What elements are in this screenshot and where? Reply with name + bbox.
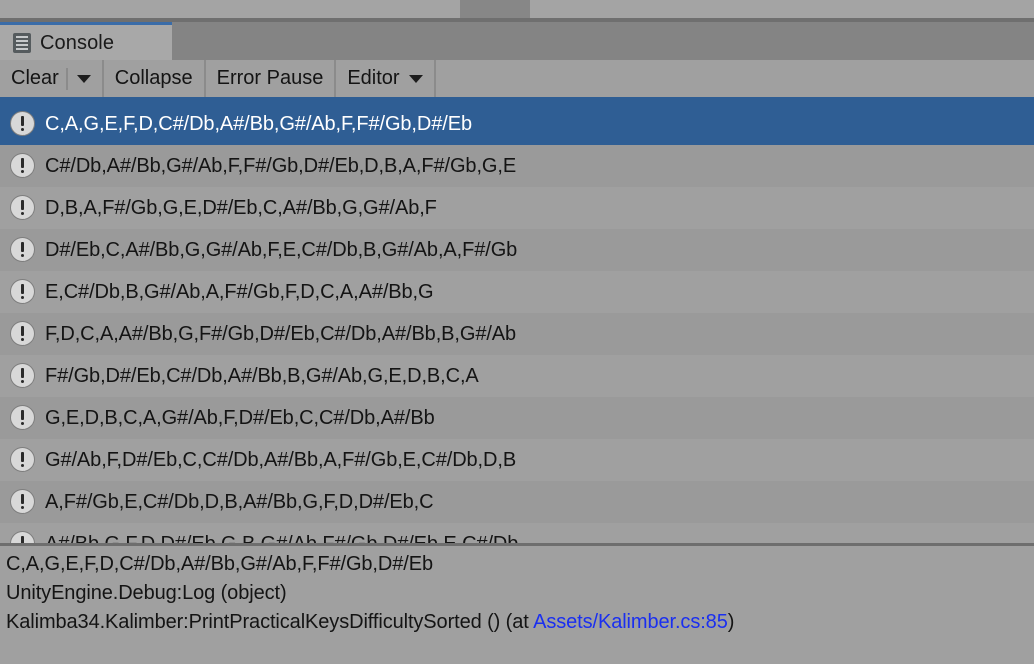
log-row[interactable]: C#/Db,A#/Bb,G#/Ab,F,F#/Gb,D#/Eb,D,B,A,F#… bbox=[0, 145, 1034, 187]
log-message-icon bbox=[10, 489, 36, 515]
error-pause-button[interactable]: Error Pause bbox=[206, 60, 337, 97]
log-row-text: A,F#/Gb,E,C#/Db,D,B,A#/Bb,G,F,D,D#/Eb,C bbox=[45, 492, 434, 512]
window-top-strip bbox=[0, 0, 1034, 18]
log-message-icon bbox=[10, 447, 36, 473]
log-message-icon bbox=[10, 153, 36, 179]
detail-source-link[interactable]: Assets/Kalimber.cs:85 bbox=[533, 611, 728, 633]
log-row[interactable]: F#/Gb,D#/Eb,C#/Db,A#/Bb,B,G#/Ab,G,E,D,B,… bbox=[0, 355, 1034, 397]
console-icon bbox=[13, 32, 31, 53]
log-row-text: E,C#/Db,B,G#/Ab,A,F#/Gb,F,D,C,A,A#/Bb,G bbox=[45, 282, 434, 302]
detail-stack-line-2: Kalimba34.Kalimber:PrintPracticalKeysDif… bbox=[6, 608, 1034, 637]
editor-dropdown-button[interactable]: Editor bbox=[336, 60, 436, 97]
detail-stack-suffix: ) bbox=[727, 611, 735, 633]
log-row[interactable]: G#/Ab,F,D#/Eb,C,C#/Db,A#/Bb,A,F#/Gb,E,C#… bbox=[0, 439, 1034, 481]
detail-message: C,A,G,E,F,D,C#/Db,A#/Bb,G#/Ab,F,F#/Gb,D#… bbox=[6, 553, 433, 575]
detail-stack-prefix: Kalimba34.Kalimber:PrintPracticalKeysDif… bbox=[6, 611, 534, 633]
log-message-icon bbox=[10, 321, 36, 347]
log-row[interactable]: D#/Eb,C,A#/Bb,G,G#/Ab,F,E,C#/Db,B,G#/Ab,… bbox=[0, 229, 1034, 271]
log-row-text: G,E,D,B,C,A,G#/Ab,F,D#/Eb,C,C#/Db,A#/Bb bbox=[45, 408, 435, 428]
tab-console-label: Console bbox=[40, 31, 115, 54]
log-message-icon bbox=[10, 111, 36, 137]
clear-button[interactable]: Clear bbox=[0, 60, 65, 97]
log-row-text: F,D,C,A,A#/Bb,G,F#/Gb,D#/Eb,C#/Db,A#/Bb,… bbox=[45, 324, 517, 344]
log-message-icon bbox=[10, 237, 36, 263]
log-message-icon bbox=[10, 279, 36, 305]
console-detail-panel[interactable]: C,A,G,E,F,D,C#/Db,A#/Bb,G#/Ab,F,F#/Gb,D#… bbox=[0, 546, 1034, 664]
log-message-icon bbox=[10, 531, 36, 543]
tab-bar: Console bbox=[0, 22, 1034, 60]
clear-dropdown-button[interactable] bbox=[69, 60, 104, 97]
console-toolbar: Clear Collapse Error Pause Editor bbox=[0, 60, 1034, 103]
chevron-down-icon bbox=[76, 74, 91, 83]
log-row-text: F#/Gb,D#/Eb,C#/Db,A#/Bb,B,G#/Ab,G,E,D,B,… bbox=[45, 366, 479, 386]
console-log-list[interactable]: C,A,G,E,F,D,C#/Db,A#/Bb,G#/Ab,F,F#/Gb,D#… bbox=[0, 103, 1034, 543]
log-message-icon bbox=[10, 363, 36, 389]
tab-console[interactable]: Console bbox=[0, 22, 172, 60]
detail-stack-line-1: UnityEngine.Debug:Log (object) bbox=[6, 582, 287, 604]
log-row[interactable]: F,D,C,A,A#/Bb,G,F#/Gb,D#/Eb,C#/Db,A#/Bb,… bbox=[0, 313, 1034, 355]
log-row-text: D,B,A,F#/Gb,G,E,D#/Eb,C,A#/Bb,G,G#/Ab,F bbox=[45, 198, 437, 218]
clear-separator bbox=[65, 67, 68, 90]
chevron-down-icon bbox=[408, 74, 423, 83]
log-row[interactable]: A#/Bb,G,F,D,D#/Eb,G,B,G#/Ab,F#/Gb,D#/Eb,… bbox=[0, 523, 1034, 543]
log-row[interactable]: G,E,D,B,C,A,G#/Ab,F,D#/Eb,C,C#/Db,A#/Bb bbox=[0, 397, 1034, 439]
adjacent-panel-tab[interactable] bbox=[460, 0, 530, 18]
collapse-button[interactable]: Collapse bbox=[104, 60, 206, 97]
log-row[interactable]: C,A,G,E,F,D,C#/Db,A#/Bb,G#/Ab,F,F#/Gb,D#… bbox=[0, 103, 1034, 145]
log-row[interactable]: E,C#/Db,B,G#/Ab,A,F#/Gb,F,D,C,A,A#/Bb,G bbox=[0, 271, 1034, 313]
log-row-text: G#/Ab,F,D#/Eb,C,C#/Db,A#/Bb,A,F#/Gb,E,C#… bbox=[45, 450, 517, 470]
editor-dropdown-label: Editor bbox=[347, 67, 400, 89]
log-row-text: C,A,G,E,F,D,C#/Db,A#/Bb,G#/Ab,F,F#/Gb,D#… bbox=[45, 114, 472, 134]
log-row-text: D#/Eb,C,A#/Bb,G,G#/Ab,F,E,C#/Db,B,G#/Ab,… bbox=[45, 240, 518, 260]
log-row-text: C#/Db,A#/Bb,G#/Ab,F,F#/Gb,D#/Eb,D,B,A,F#… bbox=[45, 156, 517, 176]
log-message-icon bbox=[10, 195, 36, 221]
log-row[interactable]: A,F#/Gb,E,C#/Db,D,B,A#/Bb,G,F,D,D#/Eb,C bbox=[0, 481, 1034, 523]
log-row[interactable]: D,B,A,F#/Gb,G,E,D#/Eb,C,A#/Bb,G,G#/Ab,F bbox=[0, 187, 1034, 229]
log-row-text: A#/Bb,G,F,D,D#/Eb,G,B,G#/Ab,F#/Gb,D#/Eb,… bbox=[45, 534, 518, 543]
log-message-icon bbox=[10, 405, 36, 431]
